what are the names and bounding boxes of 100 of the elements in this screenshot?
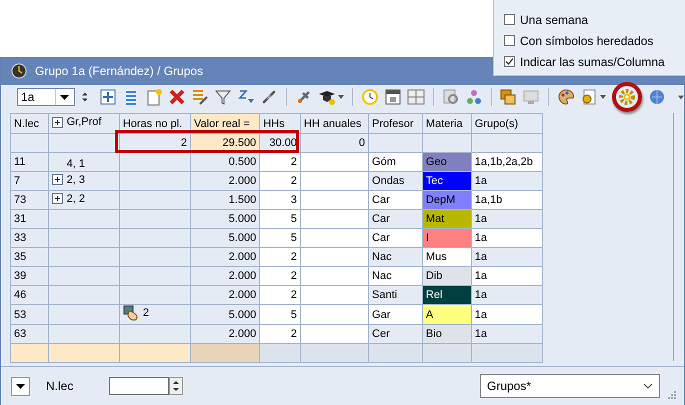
- table-cell: Mat: [422, 210, 472, 228]
- table-cell: 0: [300, 134, 369, 152]
- checkbox[interactable]: [504, 14, 515, 25]
- table-cell: 2: [260, 286, 300, 304]
- clock-icon[interactable]: [360, 88, 379, 106]
- chevron-icon: [643, 383, 653, 389]
- table-cell: 2, 2: [48, 190, 120, 210]
- table-cell: [300, 172, 369, 190]
- table-cell: 33: [10, 228, 48, 248]
- table-cell: 1a: [471, 228, 542, 248]
- table-cell: 1a: [471, 266, 542, 286]
- table-cell: 5.000: [190, 210, 260, 228]
- column-header[interactable]: HH anuales: [300, 114, 369, 134]
- move-icon[interactable]: [99, 88, 118, 106]
- clock-icon: [11, 63, 27, 79]
- list-pencil-icon[interactable]: [191, 88, 210, 106]
- caret-icon[interactable]: [678, 94, 684, 100]
- column-header[interactable]: Grupo(s): [471, 114, 542, 134]
- table-cell: 2.000: [190, 172, 260, 190]
- table-cell: 1a: [471, 210, 542, 228]
- column-header[interactable]: Materia: [422, 114, 472, 134]
- table-cell: 2: [260, 248, 300, 266]
- settings-icon[interactable]: [618, 88, 636, 106]
- menu-item[interactable]: Indicar las sumas/Columna: [494, 51, 685, 72]
- table-cell: Nac: [368, 266, 422, 286]
- globe-icon[interactable]: [648, 88, 666, 106]
- table-cell: [368, 134, 422, 152]
- table-cell: 39: [10, 266, 48, 286]
- window-title: Grupo 1a (Fernández) / Grupos: [35, 64, 204, 78]
- table-cell: [10, 134, 48, 152]
- table-cell: Dib: [422, 266, 472, 286]
- checkbox[interactable]: [504, 35, 515, 46]
- expand-icon[interactable]: [52, 174, 63, 186]
- calendar-icon[interactable]: [384, 88, 402, 106]
- table-cell: Gar: [368, 304, 422, 324]
- caret-icon[interactable]: [338, 95, 344, 99]
- table-cell: [300, 266, 369, 286]
- hand-icon: [122, 305, 139, 321]
- table-cell: [300, 228, 369, 248]
- table-cell: 1a: [471, 172, 542, 190]
- table-cell: Tec: [422, 172, 472, 190]
- table-cell: 46: [10, 286, 48, 304]
- grid-icon[interactable]: [406, 88, 425, 106]
- table-cell: 35: [10, 248, 48, 266]
- filter-icon[interactable]: [214, 88, 232, 106]
- menu-item[interactable]: Con símbolos heredados: [494, 30, 685, 51]
- expand-icon[interactable]: [52, 193, 63, 204]
- table-cell: 2, 3: [48, 172, 120, 190]
- class-select[interactable]: 1a: [17, 88, 75, 106]
- table-cell: [471, 134, 542, 152]
- checkbox[interactable]: [504, 56, 515, 67]
- table-cell: Góm: [368, 152, 422, 172]
- table-cell: [300, 248, 369, 266]
- menu-item[interactable]: Una semana: [494, 9, 685, 30]
- windows-icon[interactable]: [499, 88, 518, 106]
- view-select[interactable]: Grupos*: [480, 374, 660, 398]
- spinner-icon[interactable]: [169, 377, 183, 395]
- delete-icon[interactable]: [168, 88, 186, 106]
- table-cell: 2: [260, 172, 300, 190]
- spinner-icon[interactable]: [82, 90, 88, 104]
- table-cell: 73: [10, 190, 48, 210]
- table-cell: 1a,1b,2a,2b: [471, 152, 542, 172]
- table-cell: 2.000: [190, 286, 260, 304]
- table-cell: Nac: [368, 248, 422, 266]
- document-search-icon[interactable]: [442, 88, 460, 106]
- table-cell: 4, 1: [48, 152, 120, 172]
- table-cell: [422, 134, 472, 152]
- table-cell: 1a: [471, 304, 542, 324]
- resize-grip-icon[interactable]: [668, 391, 676, 399]
- column-header[interactable]: N.lec: [10, 114, 48, 134]
- table-cell: 2: [119, 304, 191, 324]
- table-cell: 2.000: [190, 324, 260, 344]
- table-cell: A: [422, 304, 472, 324]
- new-document-icon[interactable]: [145, 88, 164, 106]
- table-cell: 5.000: [190, 304, 260, 324]
- table-cell: Geo: [422, 152, 472, 172]
- table-cell: Car: [368, 190, 422, 210]
- column-header[interactable]: Gr,Prof: [48, 114, 120, 134]
- table-cell: [300, 152, 369, 172]
- caret-icon[interactable]: [600, 95, 606, 99]
- table-cell: Cer: [368, 324, 422, 344]
- graduation-cap-icon[interactable]: [318, 88, 336, 106]
- table-cell: Ondas: [368, 172, 422, 190]
- table-cell: 2: [260, 266, 300, 286]
- number-field[interactable]: [109, 377, 169, 395]
- table-cell: 1a: [471, 286, 542, 304]
- column-header[interactable]: Profesor: [368, 114, 422, 134]
- table-cell: 1a: [471, 324, 542, 344]
- table-cell: DepM: [422, 190, 472, 210]
- palette-icon[interactable]: [557, 88, 576, 106]
- caret-icon: [16, 384, 25, 388]
- table-cell: 31: [10, 210, 48, 228]
- dropdown-button[interactable]: [11, 376, 30, 396]
- caret-icon[interactable]: [60, 94, 70, 100]
- table-cell: 2.000: [190, 248, 260, 266]
- table-cell: [300, 304, 369, 324]
- table-cell: 7: [10, 172, 48, 190]
- people-icon[interactable]: [464, 88, 483, 106]
- table-cell: 5.000: [190, 228, 260, 248]
- expand-icon[interactable]: [52, 116, 63, 128]
